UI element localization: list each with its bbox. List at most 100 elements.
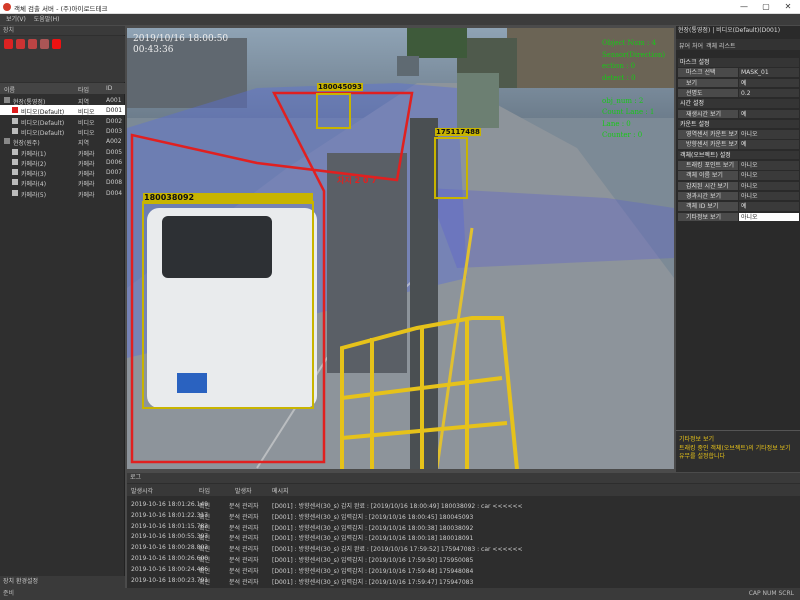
device-panel-footer[interactable]: 장치 환경설정: [0, 576, 125, 588]
log-row[interactable]: 2019-10-16 18:00:26.600 확인 분석 관리자 [D001] : …: [127, 553, 800, 564]
device-id: D003: [106, 127, 123, 135]
log-row[interactable]: 2019-10-16 18:00:28.802 확인 분석 관리자 [D001] : …: [127, 542, 800, 554]
log-row[interactable]: 2019-10-16 18:00:55.397 확인 분석 관리자 [D001] : …: [127, 531, 800, 542]
property-row[interactable]: 기타정보 보기 아니오: [678, 212, 799, 223]
property-value[interactable]: MASK_01: [739, 68, 799, 77]
property-key: 마스크 설정: [678, 58, 799, 67]
play-icon[interactable]: [52, 39, 61, 49]
log-message: [D001] : 방향센서(30_s) 입력감지 : [2019/10/16 1…: [272, 567, 474, 575]
tab-object-list[interactable]: 객체 리스트: [706, 41, 736, 50]
property-row[interactable]: 영역센서 카운트 보기 아니오: [678, 130, 799, 140]
property-key: 경과시간 보기: [678, 191, 738, 201]
log-time: 2019-10-16 18:00:24.486: [131, 565, 209, 573]
camera-icon: [12, 158, 18, 165]
property-value[interactable]: 아니오: [739, 171, 799, 180]
property-row[interactable]: 감지된 시간 보기 아니오: [678, 181, 799, 192]
log-row[interactable]: 2019-10-16 18:01:15.782 확인 분석 관리자 [D001] : …: [127, 521, 800, 532]
add-device-icon[interactable]: [16, 39, 25, 49]
device-row[interactable]: 카메라(3) 카메라 D007: [0, 167, 125, 178]
log-time: 2019-10-16 18:01:22.317: [131, 511, 209, 519]
property-section[interactable]: 시간 설정: [678, 99, 799, 109]
log-type: 확인: [199, 578, 211, 586]
property-row[interactable]: 트래킹 포인트 보기 아니오: [678, 161, 799, 171]
property-value[interactable]: 예: [739, 78, 799, 88]
property-value[interactable]: 아니오: [739, 212, 799, 222]
property-section[interactable]: 객체(오브젝트) 설정: [678, 150, 799, 161]
video-frame: [127, 28, 674, 469]
stat-line: Count Lane : 1: [602, 108, 655, 116]
property-row[interactable]: 객체 이름 보기 아니오: [678, 171, 799, 181]
property-row[interactable]: 경과시간 보기 아니오: [678, 191, 799, 202]
property-row[interactable]: 방향센서 카운트 보기 예: [678, 140, 799, 150]
property-key: 재생시간 보기: [678, 109, 738, 119]
log-time: 2019-10-16 18:01:15.782: [131, 522, 209, 530]
device-row[interactable]: 현장(원주) 지역 A002: [0, 136, 125, 147]
tab-viewer[interactable]: 뷰어 처어: [679, 41, 703, 50]
remove-icon[interactable]: [28, 39, 37, 49]
device-row[interactable]: 비디오(Default) 비디오 D003: [0, 126, 125, 137]
close-button[interactable]: ✕: [780, 1, 796, 13]
plate-text: 차지 2 0 7: [337, 176, 377, 185]
edit-icon[interactable]: [40, 39, 49, 49]
property-row[interactable]: 보기 예: [678, 78, 799, 89]
property-panel: 현장(통영점) | 비디오(Default)(D001) 뷰어 처어 객체 리스…: [676, 26, 800, 472]
property-value[interactable]: 아니오: [739, 181, 799, 191]
property-key: 트래킹 포인트 보기: [678, 161, 738, 170]
device-row[interactable]: 비디오(Default) 비디오 D001: [0, 105, 125, 116]
col-id[interactable]: ID: [106, 85, 112, 92]
property-row[interactable]: 객체 ID 보기 예: [678, 202, 799, 212]
device-id: D005: [106, 148, 123, 156]
desc-text: 트래킹 중인 객체(오브젝트)의 기타정보 보기 유무를 설정합니다: [679, 445, 791, 460]
property-section[interactable]: 카운트 설정: [678, 119, 799, 130]
maximize-button[interactable]: ▢: [758, 1, 774, 13]
log-message: [D001] : 방향센서(30_s) 입력감지 : [2019/10/16 1…: [272, 557, 474, 564]
property-value[interactable]: 예: [739, 109, 799, 119]
property-value[interactable]: 0.2: [739, 88, 799, 98]
property-key: 방향센서 카운트 보기: [678, 140, 738, 149]
log-who: 분석 관리자: [229, 578, 259, 586]
col-type[interactable]: 타입: [78, 85, 89, 94]
device-toolbar: [0, 36, 125, 82]
property-value[interactable]: 아니오: [739, 130, 799, 139]
stat-line: [602, 84, 665, 96]
device-row[interactable]: 카메라(4) 카메라 D008: [0, 177, 125, 188]
property-row[interactable]: 선명도 0.2: [678, 88, 799, 99]
log-col-type[interactable]: 타입: [199, 486, 210, 495]
device-id: D008: [106, 179, 123, 187]
log-message: [D001] : 방향센서(30_s) 감지 완료 : [2019/10/16 …: [272, 546, 523, 554]
log-row[interactable]: 2019-10-16 18:00:24.486 확인 분석 관리자 [D001] : …: [127, 564, 800, 575]
device-row[interactable]: 비디오(Default) 비디오 D002: [0, 116, 125, 127]
menu-view[interactable]: 보기(V): [6, 16, 26, 23]
property-value[interactable]: 예: [739, 140, 799, 149]
log-message: [D001] : 방향센서(30_s) 감지 완료 : [2019/10/16 …: [272, 503, 523, 510]
add-area-icon[interactable]: [4, 39, 13, 49]
stat-line: detect : 0: [602, 73, 636, 82]
property-value[interactable]: 예: [739, 202, 799, 211]
minimize-button[interactable]: —: [736, 1, 752, 13]
video-datetime: 2019/10/16 18:00:50: [133, 34, 229, 44]
property-value[interactable]: 아니오: [739, 161, 799, 170]
log-row[interactable]: 2019-10-16 18:01:26.149 확인 분석 관리자 [D001] : …: [127, 499, 800, 510]
property-key: 객체(오브젝트) 설정: [678, 150, 799, 160]
property-value[interactable]: 아니오: [739, 191, 799, 201]
device-row[interactable]: 현장(통영점) 지역 A001: [0, 95, 125, 106]
device-row[interactable]: 카메라(5) 카메라 D004: [0, 188, 125, 199]
device-row[interactable]: 카메라(2) 카메라 D006: [0, 157, 125, 168]
log-row[interactable]: 2019-10-16 18:00:23.791 확인 분석 관리자 [D001] : …: [127, 575, 800, 586]
property-row[interactable]: 마스크 선택 MASK_01: [678, 68, 799, 78]
log-col-who[interactable]: 발생자: [235, 486, 252, 495]
log-col-time[interactable]: 발생시각: [131, 486, 153, 495]
log-col-msg[interactable]: 메시지: [272, 486, 289, 495]
property-section[interactable]: 마스크 설정: [678, 58, 799, 68]
menu-help[interactable]: 도움말(H): [34, 16, 60, 23]
box-label-3: 175117488: [435, 128, 481, 136]
folder-icon: [4, 97, 10, 103]
property-row[interactable]: 재생시간 보기 예: [678, 109, 799, 120]
device-id: A001: [106, 97, 122, 104]
log-row[interactable]: 2019-10-16 18:01:22.317 확인 분석 관리자 [D001] : …: [127, 510, 800, 521]
video-view[interactable]: 2019/10/16 18:00:50 00:43:36 Object Num …: [127, 28, 674, 469]
box-label-1: 180038092: [144, 193, 195, 202]
col-name[interactable]: 이름: [4, 85, 15, 94]
device-row[interactable]: 카메라(1) 카메라 D005: [0, 147, 125, 158]
video-icon: [12, 117, 18, 124]
